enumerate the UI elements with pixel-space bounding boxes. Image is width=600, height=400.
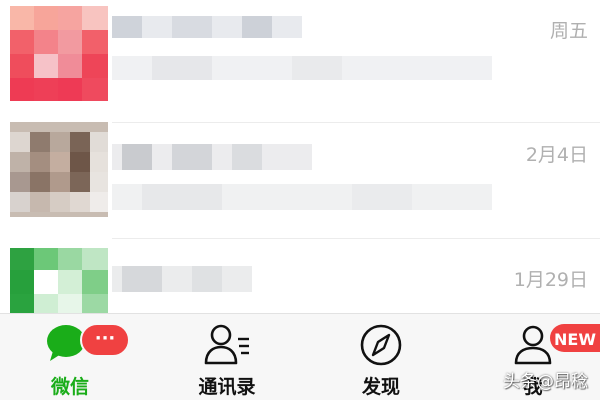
watermark: 头条@昂稔 <box>503 372 588 392</box>
unread-badge: ··· <box>80 323 130 357</box>
blurred-chat-name <box>112 16 492 80</box>
chat-time: 1月29日 <box>513 269 588 291</box>
compass-icon <box>358 323 404 367</box>
contacts-icon <box>204 323 250 367</box>
chat-row[interactable]: 1月29日 <box>0 240 600 313</box>
avatar <box>10 6 108 101</box>
tab-chats[interactable]: ··· 微信 <box>0 314 150 400</box>
tab-label: 微信 <box>50 376 89 398</box>
new-badge: NEW <box>548 322 600 354</box>
chat-time: 周五 <box>549 20 588 42</box>
avatar <box>10 122 108 217</box>
tab-discover[interactable]: 发现 <box>306 314 456 400</box>
chat-time: 2月4日 <box>525 144 588 166</box>
chat-list: 周五 2月4日 1月29日 <box>0 0 600 313</box>
tab-contacts[interactable]: 通讯录 <box>152 314 302 400</box>
chat-row[interactable]: 周五 <box>0 0 600 123</box>
row-divider <box>112 238 600 239</box>
tab-label: 发现 <box>361 376 400 398</box>
blurred-chat-name <box>112 144 492 210</box>
chat-row[interactable]: 2月4日 <box>0 116 600 239</box>
tab-label: 通讯录 <box>198 376 256 398</box>
avatar <box>10 248 108 313</box>
blurred-chat-name <box>112 266 252 292</box>
